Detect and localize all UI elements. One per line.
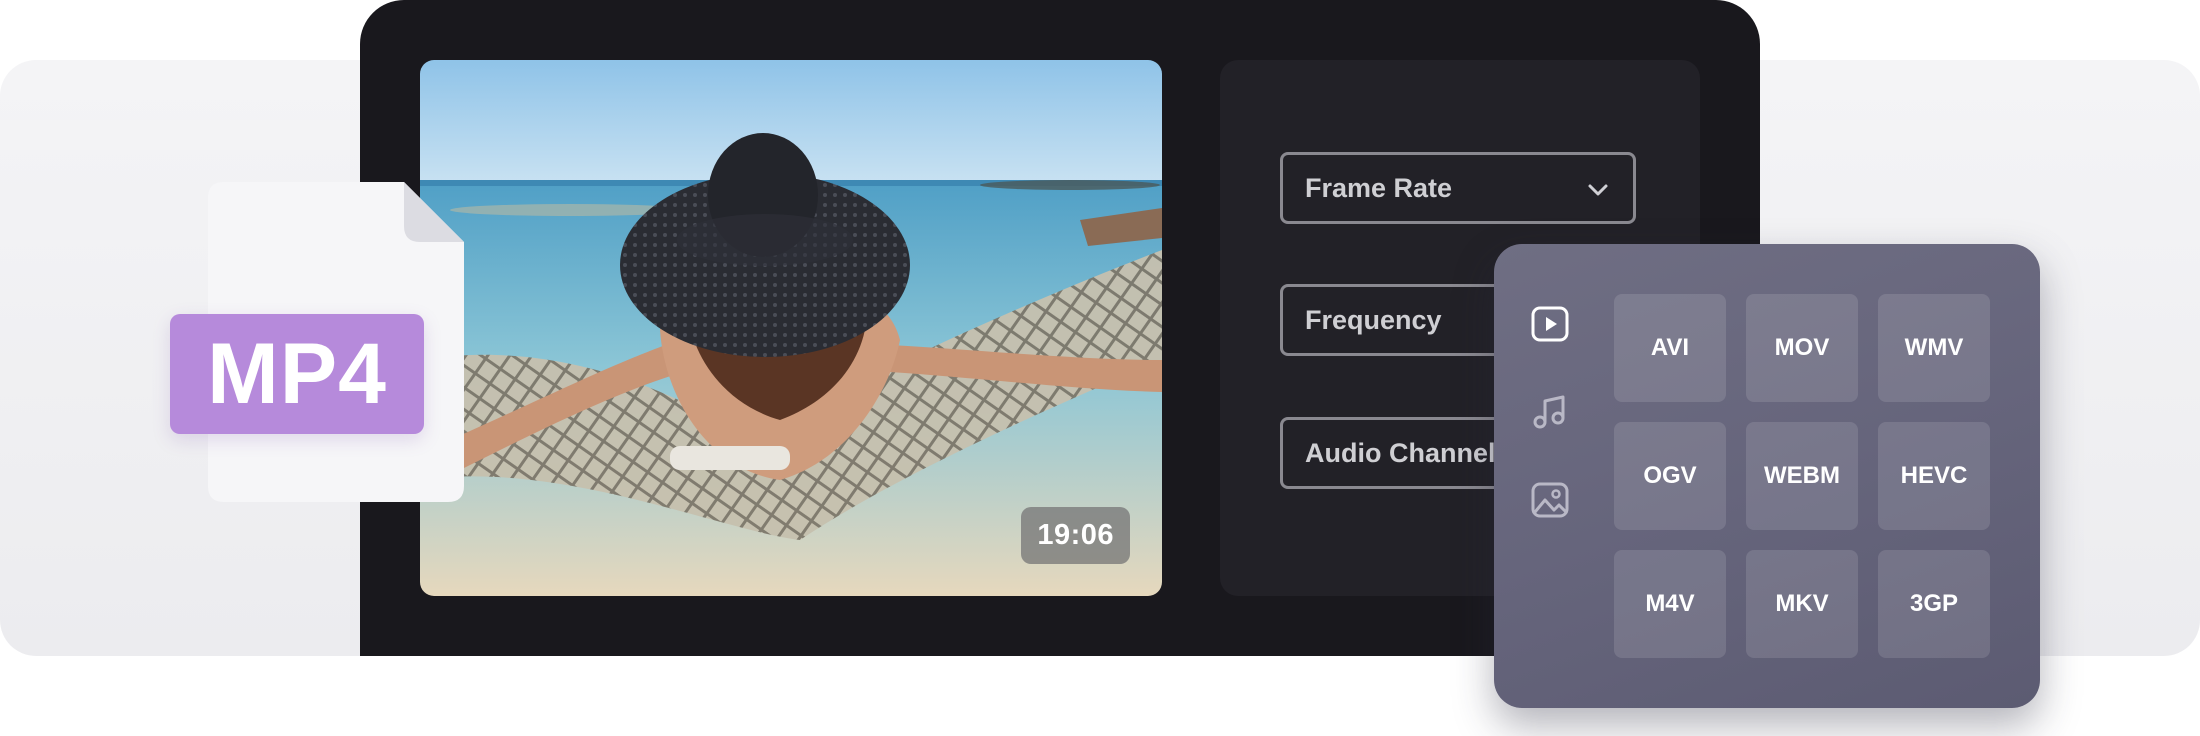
format-mov-button[interactable]: MOV [1746, 294, 1858, 402]
format-mkv-button[interactable]: MKV [1746, 550, 1858, 658]
format-webm-button[interactable]: WEBM [1746, 422, 1858, 530]
format-ogv-button[interactable]: OGV [1614, 422, 1726, 530]
video-duration: 19:06 [1021, 507, 1130, 564]
frame-rate-label: Frame Rate [1305, 172, 1453, 203]
music-note-icon[interactable] [1530, 392, 1570, 432]
mp4-badge: MP4 [170, 314, 424, 434]
format-panel: AVI MOV WMV OGV WEBM HEVC M4V MKV 3GP [1494, 244, 2040, 708]
frame-rate-select[interactable]: Frame Rate [1280, 152, 1636, 224]
video-preview[interactable]: 19:06 [420, 60, 1162, 596]
format-m4v-button[interactable]: M4V [1614, 550, 1726, 658]
format-hevc-button[interactable]: HEVC [1878, 422, 1990, 530]
play-icon[interactable] [1530, 304, 1570, 344]
format-3gp-button[interactable]: 3GP [1878, 550, 1990, 658]
frequency-label: Frequency [1305, 304, 1442, 335]
image-icon[interactable] [1530, 480, 1570, 520]
format-avi-button[interactable]: AVI [1614, 294, 1726, 402]
chevron-down-icon [1588, 184, 1608, 196]
format-wmv-button[interactable]: WMV [1878, 294, 1990, 402]
audio-channel-label: Audio Channel [1305, 437, 1496, 468]
